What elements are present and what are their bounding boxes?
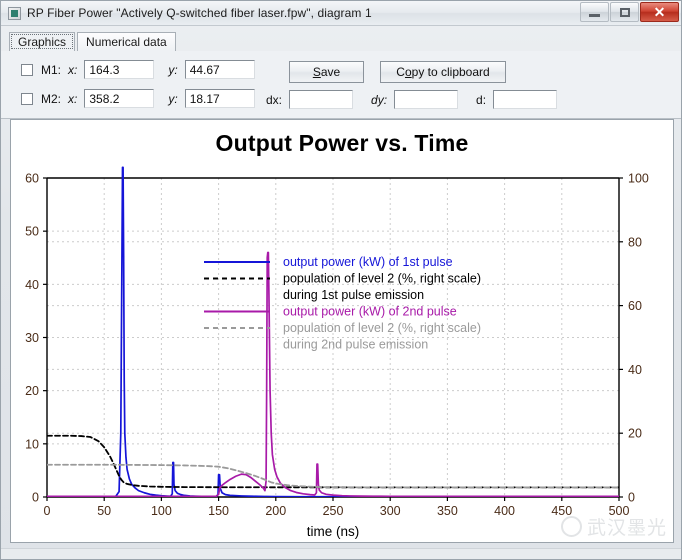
chart-canvas[interactable]: 0 50 100 150 200 250 300 350 400 450 5000102030405… (11, 120, 674, 543)
chart-panel: Output Power vs. Time 0 50 100 150 200 250 300… (10, 119, 674, 543)
marker-row-m2: M2: x: 358.2 y: 18.17 (21, 88, 255, 109)
svg-text:100: 100 (151, 504, 172, 518)
svg-text:40: 40 (25, 278, 39, 292)
d-input[interactable] (493, 90, 558, 109)
dy-input[interactable] (394, 90, 459, 109)
window-title: RP Fiber Power "Actively Q-switched fibe… (27, 6, 372, 20)
app-window: RP Fiber Power "Actively Q-switched fibe… (0, 0, 682, 560)
d-label: d: (476, 92, 487, 107)
copy-accel: o (404, 64, 412, 79)
svg-text:population of level 2 (%, righ: population of level 2 (%, right scale) (283, 272, 481, 286)
svg-text:during 1st pulse emission: during 1st pulse emission (283, 288, 424, 302)
svg-text:40: 40 (628, 363, 642, 377)
minimize-button[interactable] (580, 2, 609, 22)
close-button[interactable]: ✕ (640, 2, 679, 22)
marker-m2-label: M2: (41, 91, 62, 106)
window-controls: ✕ (579, 2, 679, 22)
svg-text:80: 80 (628, 235, 642, 249)
application-icon (8, 6, 21, 20)
svg-text:time (ns): time (ns) (307, 524, 360, 539)
tab-numerical-data[interactable]: Numerical data (77, 32, 176, 51)
maximize-button[interactable] (610, 2, 639, 22)
svg-text:during 2nd pulse emission: during 2nd pulse emission (283, 338, 428, 352)
svg-text:20: 20 (628, 427, 642, 441)
save-button-label: Save (313, 65, 340, 79)
svg-text:500: 500 (609, 504, 630, 518)
copy-pre: C (396, 64, 405, 79)
svg-text:20: 20 (25, 384, 39, 398)
svg-text:10: 10 (25, 437, 39, 451)
svg-text:60: 60 (628, 299, 642, 313)
svg-text:150: 150 (208, 504, 229, 518)
svg-text:300: 300 (380, 504, 401, 518)
svg-text:population of level 2 (%, righ: population of level 2 (%, right scale) (283, 321, 481, 335)
maximize-icon (619, 7, 630, 17)
tab-graphics[interactable]: Graphics (9, 32, 76, 51)
delta-fields: dx: dy: d: (266, 89, 558, 110)
marker-m2-x-input[interactable]: 358.2 (84, 89, 155, 108)
action-buttons: Save Copy to clipboard (289, 60, 506, 83)
tab-strip: Graphics Numerical data (9, 31, 178, 51)
svg-text:350: 350 (437, 504, 458, 518)
dx-label: dx: (266, 92, 283, 107)
minimize-icon (589, 13, 600, 17)
svg-text:50: 50 (97, 504, 111, 518)
marker-m1-x-label: x: (68, 62, 78, 77)
marker-m1-label: M1: (41, 62, 62, 77)
marker-m2-checkbox[interactable] (21, 92, 33, 105)
save-button[interactable]: Save (289, 60, 364, 83)
svg-text:0: 0 (32, 491, 39, 505)
svg-text:400: 400 (494, 504, 515, 518)
copy-rest: py to clipboard (411, 64, 490, 79)
status-strip (1, 548, 681, 559)
svg-text:0: 0 (628, 491, 635, 505)
marker-m2-y-input[interactable]: 18.17 (184, 89, 255, 108)
dy-label: dy: (371, 92, 388, 107)
save-accel: S (312, 64, 321, 79)
marker-m2-x-label: x: (68, 91, 78, 106)
svg-text:250: 250 (323, 504, 344, 518)
svg-text:50: 50 (25, 225, 39, 239)
title-bar: RP Fiber Power "Actively Q-switched fibe… (1, 1, 681, 26)
close-icon: ✕ (653, 4, 666, 20)
svg-text:450: 450 (551, 504, 572, 518)
marker-m2-y-label: y: (168, 91, 178, 106)
marker-m1-x-input[interactable]: 164.3 (84, 60, 155, 79)
dx-input[interactable] (289, 90, 354, 109)
copy-button-label: Copy to clipboard (396, 65, 489, 79)
copy-to-clipboard-button[interactable]: Copy to clipboard (380, 60, 506, 83)
marker-m1-y-input[interactable]: 44.67 (184, 60, 255, 79)
marker-m1-y-label: y: (168, 62, 178, 77)
marker-m1-checkbox[interactable] (21, 63, 33, 76)
svg-text:30: 30 (25, 331, 39, 345)
svg-text:0: 0 (44, 504, 51, 518)
svg-text:60: 60 (25, 172, 39, 186)
svg-text:100: 100 (628, 172, 649, 186)
svg-text:output power (kW) of 2nd pulse: output power (kW) of 2nd pulse (283, 305, 457, 319)
svg-text:output power (kW) of 1st pulse: output power (kW) of 1st pulse (283, 255, 453, 269)
save-button-rest: ave (320, 64, 341, 79)
marker-controls-panel: M1: x: 164.3 y: 44.67 M2: x: 358.2 y: 18… (1, 51, 681, 119)
marker-row-m1: M1: x: 164.3 y: 44.67 (21, 59, 255, 80)
svg-text:200: 200 (265, 504, 286, 518)
